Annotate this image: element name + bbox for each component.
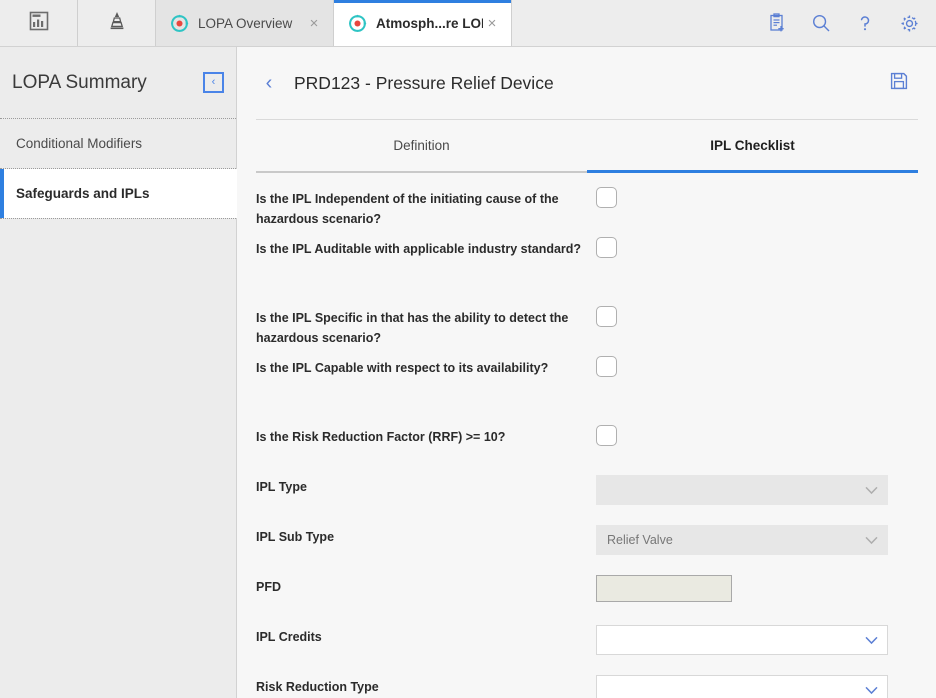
sidebar-item-conditional-modifiers[interactable]: Conditional Modifiers	[0, 119, 236, 168]
field-label: IPL Sub Type	[256, 530, 335, 544]
select-ipl-type[interactable]	[596, 475, 888, 505]
sidebar-item-label: Conditional Modifiers	[16, 136, 143, 151]
form-row-rrf: Is the Risk Reduction Factor (RRF) >= 10…	[256, 425, 918, 475]
chevron-down-icon	[863, 636, 879, 645]
select-ipl-sub-type[interactable]: Relief Valve	[596, 525, 888, 555]
content-header: ‹ PRD123 - Pressure Relief Device	[238, 47, 936, 119]
field-label: Is the IPL Independent of the initiating…	[256, 192, 559, 226]
form-row-risk-reduction-type: Risk Reduction Type	[256, 675, 918, 698]
browser-tab-title: LOPA Overview	[198, 15, 293, 31]
form-row-ipl-independent: Is the IPL Independent of the initiating…	[256, 187, 918, 237]
tab-ipl-checklist[interactable]: IPL Checklist	[587, 120, 918, 173]
select-risk-reduction-type[interactable]	[596, 675, 888, 698]
field-control	[596, 187, 918, 208]
checkbox-ipl-independent[interactable]	[596, 187, 617, 208]
sidebar-item-safeguards-and-ipls[interactable]: Safeguards and IPLs	[0, 169, 237, 218]
lopa-icon	[170, 14, 189, 33]
search-icon[interactable]	[808, 10, 834, 36]
browser-tab-strip: LOPA Overview × Atmosph...re LOPA ×	[156, 0, 512, 46]
browser-tab-lopa-overview[interactable]: LOPA Overview ×	[156, 0, 334, 46]
pfd-input[interactable]	[596, 575, 732, 602]
back-button[interactable]: ‹	[256, 70, 282, 96]
dashboard-icon-button[interactable]	[0, 0, 78, 46]
ipl-checklist-form: Is the IPL Independent of the initiating…	[238, 173, 936, 698]
checkbox-ipl-specific[interactable]	[596, 306, 617, 327]
field-control	[596, 237, 918, 258]
checkbox-ipl-capable[interactable]	[596, 356, 617, 377]
top-bar-actions	[764, 0, 936, 46]
tab-label: Definition	[393, 138, 450, 153]
pyramid-icon	[105, 9, 129, 38]
sidebar-divider	[0, 218, 236, 219]
browser-tab-title: Atmosph...re LOPA	[376, 15, 483, 31]
select-value: Relief Valve	[607, 533, 673, 547]
sidebar: LOPA Summary ‹ Conditional Modifiers Saf…	[0, 47, 237, 698]
chevron-left-icon: ‹	[265, 72, 273, 94]
close-icon[interactable]: ×	[305, 14, 323, 32]
top-bar: LOPA Overview × Atmosph...re LOPA ×	[0, 0, 936, 47]
browser-tab-atmospheric-lopa[interactable]: Atmosph...re LOPA ×	[334, 0, 512, 46]
main-content: ‹ PRD123 - Pressure Relief Device Defini…	[238, 47, 936, 698]
field-label: Is the Risk Reduction Factor (RRF) >= 10…	[256, 430, 506, 444]
save-icon	[889, 71, 909, 96]
form-row-pfd: PFD	[256, 575, 918, 625]
chevron-down-icon	[863, 686, 879, 695]
chevron-left-icon: ‹	[211, 76, 216, 88]
save-button[interactable]	[886, 70, 912, 96]
field-control: Relief Valve	[596, 525, 918, 555]
field-label: PFD	[256, 580, 281, 594]
field-control	[596, 625, 918, 655]
form-row-ipl-auditable: Is the IPL Auditable with applicable ind…	[256, 237, 918, 287]
lopa-icon	[348, 14, 367, 33]
field-control	[596, 306, 918, 327]
form-row-ipl-capable: Is the IPL Capable with respect to its a…	[256, 356, 918, 406]
field-control	[596, 675, 918, 698]
tab-definition[interactable]: Definition	[256, 120, 587, 173]
checkbox-rrf[interactable]	[596, 425, 617, 446]
tab-label: IPL Checklist	[710, 137, 795, 153]
new-document-icon[interactable]	[764, 10, 790, 36]
help-icon[interactable]	[852, 10, 878, 36]
dashboard-icon	[28, 10, 50, 37]
sidebar-title: LOPA Summary	[12, 71, 147, 93]
chevron-down-icon	[863, 536, 879, 545]
sidebar-header: LOPA Summary ‹	[0, 47, 236, 118]
pyramid-icon-button[interactable]	[78, 0, 156, 46]
field-label: Is the IPL Specific in that has the abil…	[256, 311, 569, 345]
gear-icon[interactable]	[896, 10, 922, 36]
field-label: IPL Type	[256, 480, 307, 494]
form-row-ipl-type: IPL Type	[256, 475, 918, 525]
field-control	[596, 575, 918, 602]
sidebar-item-label: Safeguards and IPLs	[16, 186, 150, 201]
field-label: Is the IPL Auditable with applicable ind…	[256, 242, 582, 256]
top-bar-spacer	[512, 0, 764, 46]
form-row-ipl-sub-type: IPL Sub Type Relief Valve	[256, 525, 918, 575]
field-label: Risk Reduction Type	[256, 680, 379, 694]
field-control	[596, 425, 918, 446]
field-control	[596, 475, 918, 505]
checkbox-ipl-auditable[interactable]	[596, 237, 617, 258]
collapse-sidebar-button[interactable]: ‹	[203, 72, 224, 93]
form-row-ipl-specific: Is the IPL Specific in that has the abil…	[256, 306, 918, 356]
close-icon[interactable]: ×	[483, 14, 501, 32]
field-control	[596, 356, 918, 377]
page-title: PRD123 - Pressure Relief Device	[294, 72, 554, 93]
field-label: Is the IPL Capable with respect to its a…	[256, 361, 549, 375]
select-ipl-credits[interactable]	[596, 625, 888, 655]
chevron-down-icon	[863, 486, 879, 495]
content-tab-strip: Definition IPL Checklist	[256, 120, 918, 173]
field-label: IPL Credits	[256, 630, 322, 644]
form-row-ipl-credits: IPL Credits	[256, 625, 918, 675]
